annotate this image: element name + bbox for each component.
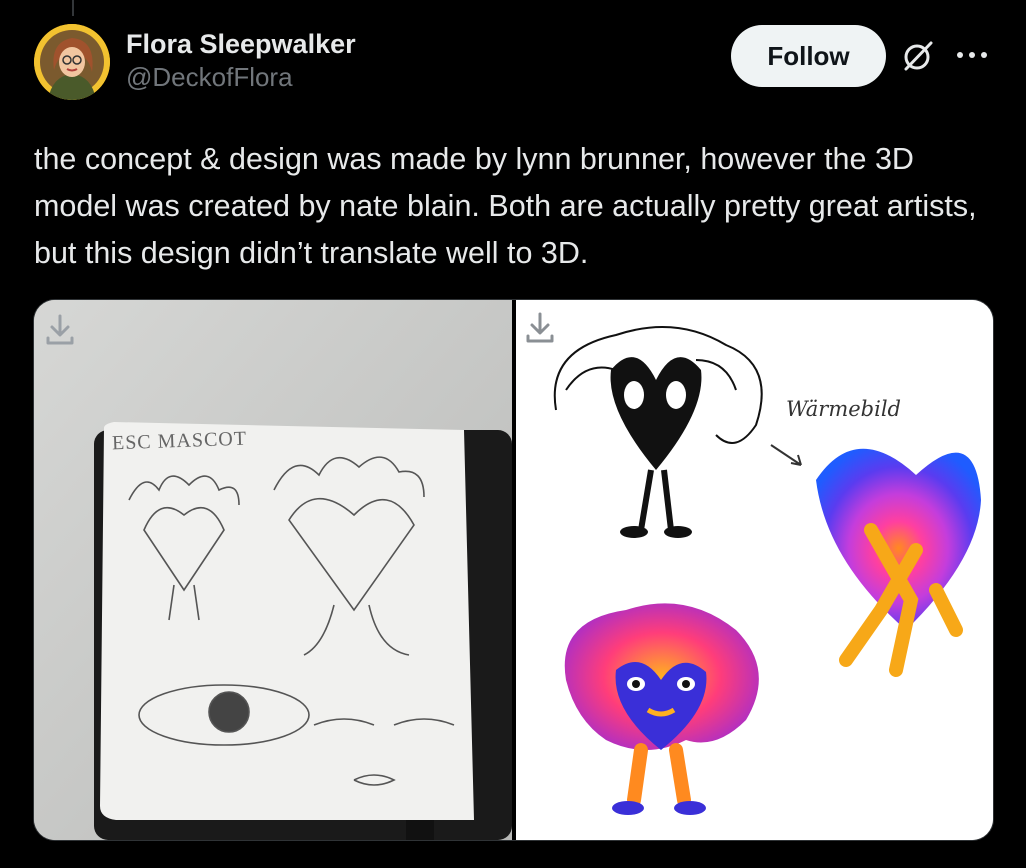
tweet-text: the concept & design was made by lynn br… (34, 142, 977, 270)
more-icon[interactable] (952, 40, 992, 70)
media-image-character-designs[interactable] (516, 300, 993, 840)
grok-icon[interactable] (900, 38, 936, 74)
sketch-label-esc-mascot: ESC MASCOT (111, 427, 248, 455)
download-icon[interactable] (520, 308, 560, 348)
media-image-sketchbook[interactable] (34, 300, 512, 840)
media-grid (33, 299, 994, 841)
author-handle[interactable]: @DeckofFlora (126, 60, 356, 94)
follow-button[interactable]: Follow (731, 25, 886, 87)
sketch-label-warmebild: Wärmebild (786, 397, 901, 421)
author-display-name[interactable]: Flora Sleepwalker (126, 28, 356, 60)
download-icon[interactable] (40, 310, 80, 350)
author-block: Flora Sleepwalker @DeckofFlora (126, 28, 356, 94)
thread-connector (72, 0, 74, 16)
avatar[interactable] (34, 24, 110, 100)
